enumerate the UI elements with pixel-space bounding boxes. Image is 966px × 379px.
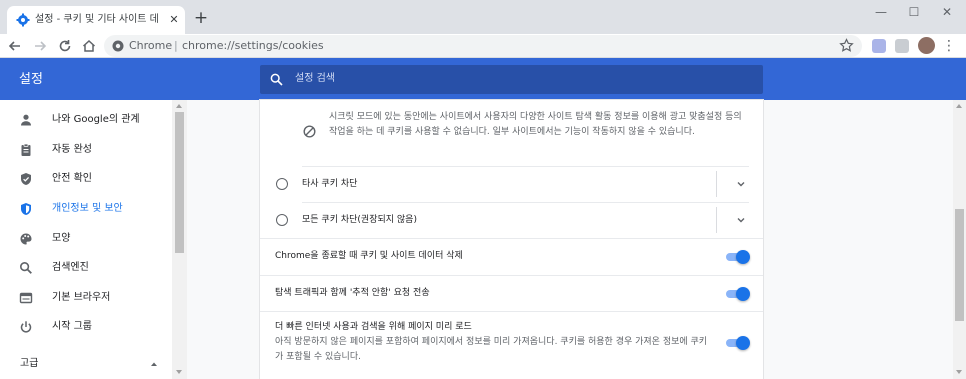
palette-icon (20, 233, 32, 245)
sidebar-item-label: 모양 (52, 233, 71, 244)
extension-icon[interactable] (872, 39, 886, 53)
search-icon (270, 73, 283, 86)
divider (302, 202, 749, 203)
profile-avatar[interactable] (918, 37, 935, 54)
sidebar-item-label: 자동 완성 (52, 144, 92, 155)
tab-title: 설정 - 쿠키 및 기타 사이트 데이터 (35, 14, 159, 25)
site-name: Chrome (129, 39, 173, 52)
sidebar-item-search-engine[interactable]: 검색엔진 (0, 254, 172, 283)
scroll-up-arrow-icon[interactable] (176, 104, 182, 108)
scroll-down-arrow-icon[interactable] (176, 370, 182, 374)
preload-pages-label: 더 빠른 인터넷 사용과 검색을 위해 페이지 미리 로드 (275, 322, 472, 332)
reload-icon[interactable] (56, 37, 74, 55)
clear-on-exit-toggle[interactable] (725, 250, 750, 264)
settings-sidebar: 나와 Google의 관계 자동 완성 안전 확인 개인정보 및 보안 모양 검… (0, 100, 187, 379)
block-third-party-label: 타사 쿠키 차단 (302, 179, 358, 189)
url-separator: | (174, 39, 178, 52)
shield-check-icon (21, 173, 31, 185)
toggle-knob (736, 287, 750, 301)
chevron-down-icon[interactable] (735, 178, 747, 190)
do-not-track-toggle[interactable] (725, 287, 750, 301)
tab-close-icon[interactable]: ✕ (167, 13, 181, 27)
search-icon (19, 261, 32, 274)
person-icon (21, 114, 31, 126)
maximize-button[interactable]: ☐ (899, 3, 929, 23)
divider (260, 275, 763, 276)
sidebar-item-safety-check[interactable]: 안전 확인 (0, 165, 172, 194)
settings-header: 설정 설정 검색 (0, 58, 966, 100)
scroll-down-arrow-icon[interactable] (956, 370, 962, 374)
shield-icon (21, 203, 31, 215)
divider (260, 238, 763, 239)
do-not-track-label: 탐색 트래픽과 함께 '추적 안함' 요청 전송 (275, 288, 430, 298)
sidebar-item-label: 시작 그룹 (52, 321, 92, 332)
block-all-cookies-radio[interactable] (276, 214, 288, 226)
incognito-cookie-note: 시크릿 모드에 있는 동안에는 사이트에서 사용자의 다양한 사이트 탐색 활동… (329, 112, 742, 137)
chrome-logo-icon (112, 40, 124, 52)
divider (260, 311, 763, 312)
browser-menu-icon[interactable]: ⋮ (942, 37, 956, 55)
browser-icon (19, 292, 33, 304)
power-icon (20, 321, 32, 333)
divider (302, 166, 749, 167)
window-close-button[interactable]: ✕ (932, 3, 962, 23)
clipboard-icon (21, 143, 31, 156)
main-scrollbar-thumb[interactable] (955, 209, 964, 321)
block-all-cookies-label: 모든 쿠키 차단(권장되지 않음) (302, 215, 417, 225)
chevron-down-icon[interactable] (735, 214, 747, 226)
back-arrow-icon[interactable] (6, 37, 24, 55)
vertical-divider (716, 171, 717, 197)
sidebar-item-label: 나와 Google의 관계 (52, 114, 140, 125)
triangle-up-icon[interactable] (149, 359, 159, 369)
sidebar-item-you-and-google[interactable]: 나와 Google의 관계 (0, 106, 172, 135)
settings-search-input[interactable]: 설정 검색 (260, 65, 763, 94)
sidebar-item-label: 검색엔진 (52, 262, 89, 273)
bookmark-star-icon[interactable] (839, 38, 854, 53)
sidebar-advanced-label[interactable]: 고급 (20, 357, 38, 371)
sidebar-item-label: 안전 확인 (52, 173, 92, 184)
forward-arrow-icon[interactable] (31, 37, 49, 55)
new-tab-button[interactable]: + (192, 9, 210, 27)
sidebar-item-privacy-security[interactable]: 개인정보 및 보안 (0, 195, 172, 224)
tab-strip: 설정 - 쿠키 및 기타 사이트 데이터 ✕ + — ☐ ✕ (0, 0, 966, 34)
toggle-knob (736, 250, 750, 264)
preload-pages-description: 아직 방문하지 않은 페이지를 포함하여 페이지에서 정보를 미리 가져옵니다.… (275, 337, 708, 362)
extension-icon[interactable] (895, 39, 909, 53)
home-icon[interactable] (80, 37, 98, 55)
page-title: 설정 (19, 72, 43, 87)
settings-gear-icon (16, 13, 30, 27)
search-placeholder: 설정 검색 (295, 73, 335, 84)
browser-toolbar: Chrome | chrome://settings/cookies ⋮ (0, 34, 966, 58)
sidebar-scrollbar-thumb[interactable] (175, 112, 184, 253)
sidebar-item-on-startup[interactable]: 시작 그룹 (0, 313, 172, 342)
toggle-knob (736, 336, 750, 350)
sidebar-item-label: 개인정보 및 보안 (52, 203, 123, 214)
url-text: chrome://settings/cookies (182, 39, 324, 52)
sidebar-item-autofill[interactable]: 자동 완성 (0, 136, 172, 165)
sidebar-item-label: 기본 브라우저 (52, 292, 111, 303)
address-bar[interactable]: Chrome | chrome://settings/cookies (104, 35, 862, 57)
clear-on-exit-label: Chrome을 종료할 때 쿠키 및 사이트 데이터 삭제 (275, 251, 463, 261)
vertical-divider (716, 207, 717, 233)
blocked-icon (303, 125, 316, 138)
scroll-up-arrow-icon[interactable] (956, 104, 962, 108)
browser-tab[interactable]: 설정 - 쿠키 및 기타 사이트 데이터 ✕ (7, 6, 185, 34)
preload-pages-toggle[interactable] (725, 336, 750, 350)
minimize-button[interactable]: — (866, 3, 896, 23)
sidebar-item-default-browser[interactable]: 기본 브라우저 (0, 284, 172, 313)
sidebar-item-appearance[interactable]: 모양 (0, 225, 172, 254)
block-third-party-radio[interactable] (276, 178, 288, 190)
